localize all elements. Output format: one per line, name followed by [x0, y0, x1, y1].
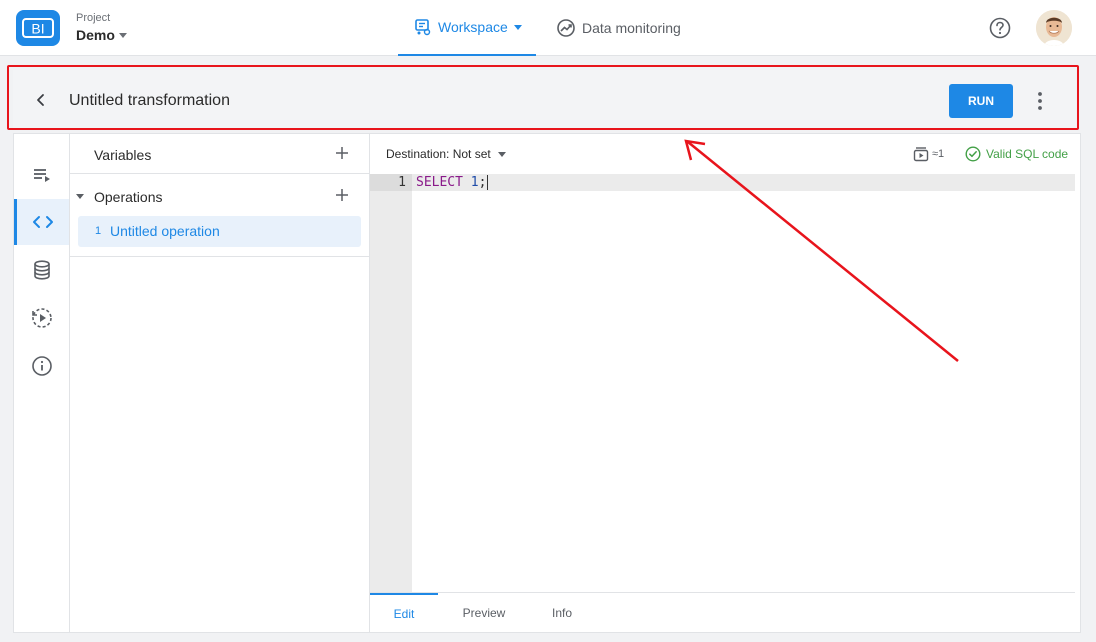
tab-workspace-label: Workspace — [438, 19, 508, 35]
code-line[interactable]: SELECT 1; — [412, 174, 1075, 191]
workspace-icon — [415, 19, 431, 36]
operation-label: Untitled operation — [110, 223, 220, 239]
svg-text:BI: BI — [31, 21, 44, 37]
back-icon[interactable] — [33, 92, 49, 108]
destination-select[interactable]: Destination: Not set — [386, 147, 506, 161]
chevron-down-icon — [118, 32, 127, 38]
sql-validity-status: Valid SQL code — [965, 146, 1068, 162]
icon-rail — [14, 134, 70, 632]
check-circle-icon — [965, 146, 981, 162]
project-selector[interactable]: Demo — [76, 27, 127, 43]
tab-data-monitoring[interactable]: Data monitoring — [556, 0, 681, 56]
rail-item-playlist[interactable] — [14, 152, 69, 198]
operations-tree: Variables Operations 1 Untitled operatio… — [70, 134, 370, 632]
preview-rows-icon — [913, 147, 929, 162]
rail-item-info[interactable] — [14, 343, 69, 389]
chevron-down-icon — [513, 24, 522, 30]
main-panel: Variables Operations 1 Untitled operatio… — [13, 133, 1081, 633]
tab-preview[interactable]: Preview — [450, 593, 518, 633]
transformation-header: Untitled transformation RUN — [13, 70, 1076, 130]
operation-index: 1 — [95, 225, 102, 237]
project-label: Project — [76, 12, 111, 24]
sql-number: 1 — [470, 175, 479, 190]
top-bar: BI Project Demo Workspace Data monitorin… — [0, 0, 1096, 56]
line-number: 1 — [370, 174, 412, 191]
schedule-icon — [31, 308, 52, 328]
editor-toolbar: Destination: Not set ≈1 Valid SQL code — [370, 134, 1080, 174]
rail-item-schedule[interactable] — [14, 295, 69, 341]
operations-section[interactable]: Operations — [70, 176, 369, 216]
line-number-gutter: 1 — [370, 174, 412, 592]
code-icon — [33, 216, 53, 228]
logo-icon: BI — [22, 18, 54, 38]
rail-item-code[interactable] — [14, 199, 69, 245]
help-icon[interactable] — [989, 17, 1011, 39]
add-operation-icon[interactable] — [335, 188, 349, 202]
tab-workspace[interactable]: Workspace — [398, 0, 536, 56]
info-icon — [31, 356, 52, 376]
sql-editor-area: Destination: Not set ≈1 Valid SQL code 1… — [370, 134, 1080, 632]
add-variable-icon[interactable] — [335, 146, 349, 160]
project-name: Demo — [76, 27, 115, 43]
text-cursor — [487, 175, 489, 190]
variables-section[interactable]: Variables — [70, 134, 369, 174]
tree-divider — [70, 256, 369, 257]
app-logo[interactable]: BI — [16, 10, 60, 46]
transformation-title[interactable]: Untitled transformation — [69, 92, 230, 110]
tab-data-monitoring-label: Data monitoring — [582, 20, 681, 36]
editor-tabs: Edit Preview Info — [370, 592, 1075, 632]
tab-info[interactable]: Info — [530, 593, 594, 633]
user-avatar[interactable] — [1036, 10, 1072, 46]
monitoring-icon — [557, 19, 575, 37]
chevron-down-icon — [497, 151, 506, 157]
validity-label: Valid SQL code — [986, 147, 1069, 161]
run-button[interactable]: RUN — [949, 84, 1013, 118]
sql-keyword: SELECT — [416, 175, 463, 190]
rail-item-database[interactable] — [14, 247, 69, 293]
destination-label: Destination: Not set — [386, 147, 491, 161]
more-vert-icon[interactable] — [1031, 91, 1049, 111]
tab-edit[interactable]: Edit — [370, 593, 438, 633]
playlist-icon — [33, 169, 50, 182]
sql-terminator: ; — [478, 175, 487, 190]
collapse-caret-icon[interactable] — [76, 194, 84, 199]
rows-estimate-badge[interactable]: ≈1 — [913, 146, 944, 162]
rows-estimate-value: ≈1 — [932, 148, 945, 160]
operation-item[interactable]: 1 Untitled operation — [78, 216, 361, 247]
avatar-icon — [1036, 10, 1072, 46]
operations-label: Operations — [94, 189, 163, 205]
database-icon — [33, 260, 50, 280]
variables-label: Variables — [94, 147, 152, 163]
